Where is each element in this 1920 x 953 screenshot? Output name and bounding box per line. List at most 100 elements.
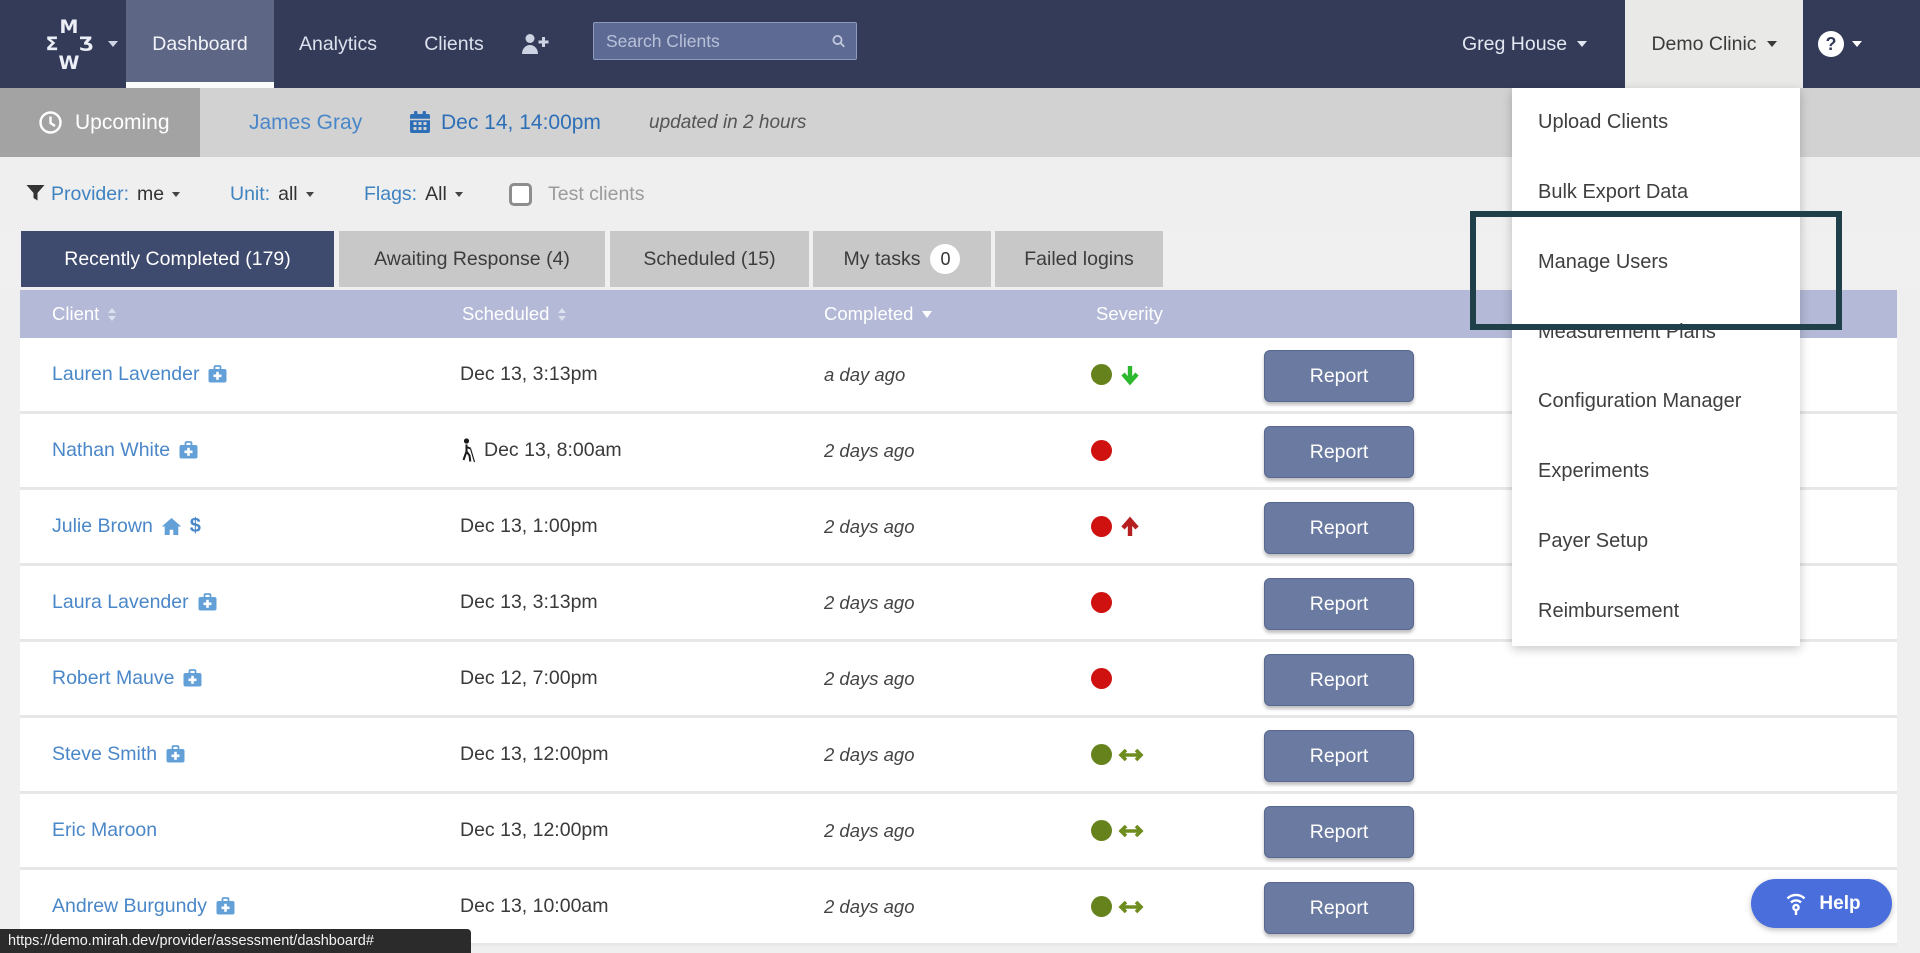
svg-text:Ʒ: Ʒ bbox=[79, 33, 94, 55]
trend-flat-icon bbox=[1118, 896, 1144, 918]
client-name: Steve Smith bbox=[52, 743, 157, 766]
brand-logo-star-icon[interactable]: M Σ Ʒ W bbox=[42, 17, 96, 71]
help-button[interactable]: Help bbox=[1751, 879, 1892, 928]
report-button[interactable]: Report bbox=[1264, 426, 1414, 478]
home-icon bbox=[161, 517, 182, 536]
clinic-menu[interactable]: Demo Clinic bbox=[1625, 0, 1803, 88]
client-name: Andrew Burgundy bbox=[52, 895, 207, 918]
menu-item-reimbursement[interactable]: Reimbursement bbox=[1512, 576, 1800, 646]
provider-filter[interactable]: Provider: me bbox=[51, 157, 180, 231]
client-name: Lauren Lavender bbox=[52, 363, 199, 386]
report-button[interactable]: Report bbox=[1264, 350, 1414, 402]
search-icon[interactable] bbox=[831, 30, 846, 52]
completed-cell: 2 days ago bbox=[824, 718, 915, 791]
search-input[interactable] bbox=[606, 31, 831, 52]
test-clients-checkbox[interactable] bbox=[509, 183, 532, 206]
client-link[interactable]: Nathan White bbox=[52, 414, 199, 487]
search-box bbox=[593, 22, 857, 60]
menu-item-experiments[interactable]: Experiments bbox=[1512, 437, 1800, 507]
tab-recently-completed[interactable]: Recently Completed (179) bbox=[21, 231, 334, 287]
svg-text:Σ: Σ bbox=[46, 33, 59, 55]
column-header-client[interactable]: Client bbox=[52, 290, 116, 338]
user-menu[interactable]: Greg House bbox=[1452, 0, 1597, 88]
client-name: Julie Brown bbox=[52, 515, 153, 538]
column-label: Client bbox=[52, 303, 99, 325]
client-link[interactable]: Julie Brown $ bbox=[52, 490, 201, 563]
tab-my-tasks[interactable]: My tasks 0 bbox=[813, 231, 991, 287]
dollar-icon: $ bbox=[190, 515, 201, 538]
trend-down-icon bbox=[1118, 363, 1142, 387]
my-tasks-badge: 0 bbox=[930, 244, 960, 274]
menu-item-measurement-plans[interactable]: Measurement Plans bbox=[1512, 297, 1800, 367]
completed-cell: a day ago bbox=[824, 338, 905, 411]
menu-item-upload-clients[interactable]: Upload Clients bbox=[1512, 88, 1800, 158]
chevron-down-icon bbox=[306, 192, 314, 197]
tab-awaiting-response[interactable]: Awaiting Response (4) bbox=[339, 231, 605, 287]
menu-item-manage-users[interactable]: Manage Users bbox=[1512, 228, 1800, 298]
medical-kit-icon bbox=[178, 441, 199, 460]
column-header-severity: Severity bbox=[1096, 290, 1163, 338]
chevron-down-icon bbox=[455, 192, 463, 197]
upcoming-client-link[interactable]: James Gray bbox=[249, 88, 362, 157]
severity-cell bbox=[1091, 566, 1112, 639]
report-button[interactable]: Report bbox=[1264, 730, 1414, 782]
client-name: Robert Mauve bbox=[52, 667, 174, 690]
filter-funnel-icon bbox=[25, 183, 46, 204]
table-row: Robert Mauve Dec 12, 7:00pm 2 days ago R… bbox=[20, 642, 1897, 718]
beacon-icon bbox=[1782, 890, 1810, 918]
client-link[interactable]: Lauren Lavender bbox=[52, 338, 228, 411]
nav-item-dashboard[interactable]: Dashboard bbox=[126, 0, 274, 88]
user-menu-label: Greg House bbox=[1462, 0, 1567, 88]
report-button[interactable]: Report bbox=[1264, 806, 1414, 858]
nav-item-analytics[interactable]: Analytics bbox=[282, 0, 394, 88]
brand-caret-icon[interactable] bbox=[108, 41, 118, 47]
severity-dot-olive bbox=[1091, 820, 1112, 841]
upcoming-updated-text: updated in 2 hours bbox=[649, 88, 806, 157]
help-menu[interactable]: ? bbox=[1818, 0, 1862, 88]
severity-cell bbox=[1091, 642, 1112, 715]
add-client-icon[interactable] bbox=[520, 32, 550, 56]
report-button[interactable]: Report bbox=[1264, 502, 1414, 554]
chevron-down-icon bbox=[1767, 41, 1777, 47]
tab-failed-logins[interactable]: Failed logins bbox=[995, 231, 1163, 287]
medical-kit-icon bbox=[197, 593, 218, 612]
client-link[interactable]: Eric Maroon bbox=[52, 794, 157, 867]
report-button[interactable]: Report bbox=[1264, 882, 1414, 934]
upcoming-label-box[interactable]: Upcoming bbox=[0, 88, 200, 157]
client-link[interactable]: Laura Lavender bbox=[52, 566, 218, 639]
unit-filter-value: all bbox=[278, 183, 298, 206]
svg-text:W: W bbox=[59, 52, 80, 71]
severity-dot-red bbox=[1091, 516, 1112, 537]
completed-cell: 2 days ago bbox=[824, 870, 915, 943]
flags-filter-value: All bbox=[425, 183, 447, 206]
chevron-down-icon bbox=[172, 192, 180, 197]
severity-dot-red bbox=[1091, 592, 1112, 613]
trend-flat-icon bbox=[1118, 820, 1144, 842]
flags-filter-label: Flags: bbox=[364, 183, 417, 206]
report-button[interactable]: Report bbox=[1264, 654, 1414, 706]
flags-filter[interactable]: Flags: All bbox=[364, 157, 463, 231]
unit-filter[interactable]: Unit: all bbox=[230, 157, 314, 231]
scheduled-cell: Dec 13, 3:13pm bbox=[460, 566, 598, 639]
tab-label: Awaiting Response (4) bbox=[374, 248, 570, 271]
medical-kit-icon bbox=[215, 897, 236, 916]
column-header-scheduled[interactable]: Scheduled bbox=[462, 290, 566, 338]
report-button[interactable]: Report bbox=[1264, 578, 1414, 630]
nav-item-clients[interactable]: Clients bbox=[408, 0, 500, 88]
menu-item-bulk-export-data[interactable]: Bulk Export Data bbox=[1512, 158, 1800, 228]
scheduled-cell: Dec 13, 3:13pm bbox=[460, 338, 598, 411]
menu-item-configuration-manager[interactable]: Configuration Manager bbox=[1512, 367, 1800, 437]
completed-cell: 2 days ago bbox=[824, 566, 915, 639]
upcoming-datetime[interactable]: Dec 14, 14:00pm bbox=[408, 88, 601, 157]
client-link[interactable]: Robert Mauve bbox=[52, 642, 203, 715]
column-header-completed[interactable]: Completed bbox=[824, 290, 932, 338]
question-circle-icon: ? bbox=[1818, 31, 1844, 57]
client-link[interactable]: Steve Smith bbox=[52, 718, 186, 791]
menu-item-payer-setup[interactable]: Payer Setup bbox=[1512, 507, 1800, 577]
column-label: Severity bbox=[1096, 303, 1163, 325]
column-label: Scheduled bbox=[462, 303, 549, 325]
medical-kit-icon bbox=[165, 745, 186, 764]
tab-scheduled[interactable]: Scheduled (15) bbox=[610, 231, 809, 287]
unit-filter-label: Unit: bbox=[230, 183, 270, 206]
severity-cell bbox=[1091, 414, 1112, 487]
